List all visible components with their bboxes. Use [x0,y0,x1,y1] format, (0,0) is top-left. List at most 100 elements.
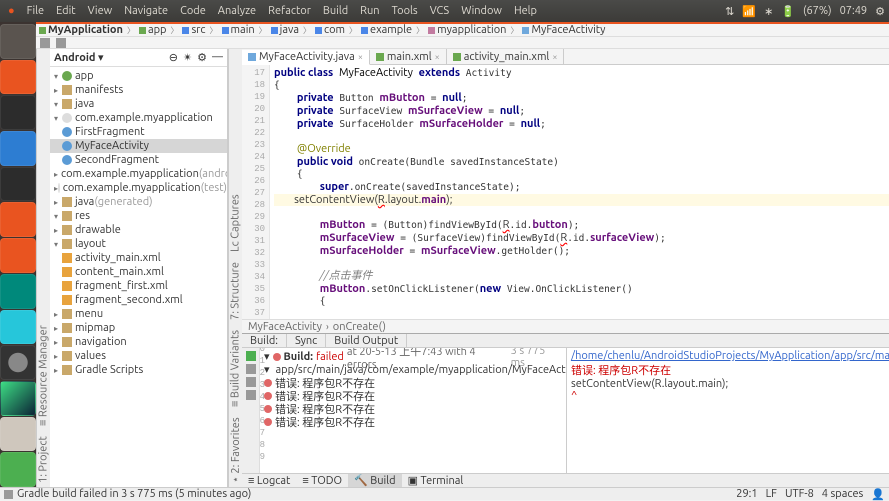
launcher-tile[interactable] [0,345,36,380]
menu-vcs[interactable]: VCS [426,3,454,19]
tree-node[interactable]: ▸Gradle Scripts [50,363,227,377]
launcher-tile[interactable] [0,238,36,273]
wifi-icon[interactable]: ⇅ [725,5,734,18]
tree-node[interactable]: fragment_first.xml [50,279,227,293]
editor-breadcrumb[interactable]: MyFaceActivity › onCreate() [242,319,889,333]
menu-tools[interactable]: Tools [388,3,422,19]
tool-tab[interactable]: ≡ Build Variants [230,330,242,407]
tool-tab[interactable]: 7: Structure [230,262,242,320]
network-icon[interactable]: 📶 [742,5,756,18]
build-tab[interactable]: Build Output [326,334,407,347]
menu-window[interactable]: Window [457,3,506,19]
menu-navigate[interactable]: Navigate [120,3,172,19]
crumb[interactable]: example [358,24,415,36]
tree-node[interactable]: ▸menu [50,307,227,321]
tree-node[interactable]: ▸navigation [50,335,227,349]
menu-build[interactable]: Build [319,3,352,19]
indent[interactable]: 4 spaces [822,488,864,500]
rerun-icon[interactable] [246,351,256,361]
tool-tab[interactable]: ⋆ 2: Favorites [229,417,242,483]
encoding[interactable]: UTF-8 [785,488,814,500]
tree-node[interactable]: ▾layout [50,237,227,251]
editor-tab[interactable]: activity_main.xml× [447,49,565,64]
menu-file[interactable]: File [23,3,48,19]
inspect-icon[interactable]: 👤 [871,488,885,501]
collapse-icon[interactable]: ⊖ [169,51,178,64]
editor-tab[interactable]: main.xml× [370,49,447,64]
tree-node[interactable]: ▸java (generated) [50,195,227,209]
left-tool-strip-2[interactable]: ⋆ 2: Favorites ≡ Build Variants 7: Structu… [228,49,242,487]
bottom-tab[interactable]: 🔨 Build [348,474,401,487]
tree-node[interactable]: activity_main.xml [50,251,227,265]
filter-icon[interactable] [246,364,256,374]
crumb[interactable]: com [312,24,348,36]
back-icon[interactable] [40,38,50,48]
tool-tab[interactable]: 1: Project [38,436,50,483]
tree-node[interactable]: fragment_second.xml [50,293,227,307]
bottom-tab[interactable]: ≡ Logcat [242,474,296,487]
menu-code[interactable]: Code [176,3,210,19]
tree-node[interactable]: ▸com.example.myapplication (androidTest) [50,167,227,181]
launcher-tile[interactable] [0,202,36,237]
gear-icon[interactable]: ⚙ [197,51,207,64]
launcher-android-studio[interactable] [0,381,36,416]
caret-pos[interactable]: 29:1 [736,488,757,500]
build-output[interactable]: /home/chenlu/AndroidStudioProjects/MyApp… [567,348,889,473]
menu-run[interactable]: Run [356,3,383,19]
crumb[interactable]: java [268,24,302,36]
crumb[interactable]: myapplication [425,24,509,36]
tree-node[interactable]: ▸values [50,349,227,363]
launcher-tile[interactable] [0,417,36,452]
tool-tab[interactable]: Lc Captures [230,195,242,253]
close-icon[interactable]: × [358,52,363,62]
hide-icon[interactable]: — [212,51,223,64]
launcher-tile[interactable] [0,310,36,345]
menu-●[interactable]: ● [4,3,19,19]
tree-node[interactable]: FirstFragment [50,125,227,139]
status-icon[interactable] [4,490,13,499]
launcher-tile[interactable] [0,452,36,487]
code-editor[interactable]: public class MyFaceActivity extends Acti… [270,65,889,319]
close-icon[interactable]: × [435,52,440,62]
launcher-tile[interactable] [0,24,36,59]
launcher-tile[interactable] [0,167,36,202]
battery-icon[interactable]: 🔋 [781,5,795,18]
crumb[interactable]: app [136,24,170,36]
menu-analyze[interactable]: Analyze [214,3,260,19]
launcher-firefox[interactable] [0,131,36,166]
editor-tab[interactable]: MyFaceActivity.java× [242,50,370,65]
menu-view[interactable]: View [84,3,117,19]
build-tree[interactable]: ▾ Build: failed at 20-5-13 上午7:43 with 4… [260,348,566,473]
tree-node[interactable]: ▾app [50,69,227,83]
menu-edit[interactable]: Edit [52,3,80,19]
left-tool-strip[interactable]: 1: Project ≡ Resource Manager [36,49,50,487]
bottom-tab[interactable]: ≡ TODO [296,474,348,487]
close-icon[interactable]: × [552,52,557,62]
project-view-selector[interactable]: Android ▾ [54,51,104,64]
crumb[interactable]: main [219,24,258,36]
tree-node[interactable]: ▾com.example.myapplication [50,111,227,125]
line-ending[interactable]: LF [766,488,777,500]
expand-icon[interactable]: ✴ [183,51,192,64]
tree-node[interactable]: SecondFragment [50,153,227,167]
tool-tab[interactable]: ≡ Resource Manager [38,325,50,426]
crumb[interactable]: MyFaceActivity [519,24,608,36]
bluetooth-icon[interactable]: ∗ [764,5,773,18]
tree-node[interactable]: ▸mipmap [50,321,227,335]
expand-all-icon[interactable] [246,377,256,387]
project-tree[interactable]: ▾app▸manifests▾java▾com.example.myapplic… [50,67,227,487]
tree-node[interactable]: ▸manifests [50,83,227,97]
tree-node[interactable]: ▸drawable [50,223,227,237]
launcher-tile[interactable] [0,95,36,130]
forward-icon[interactable] [56,38,66,48]
crumb[interactable]: src [179,24,208,36]
gear-icon[interactable]: ⚙ [875,5,885,18]
tree-node[interactable]: ▾res [50,209,227,223]
launcher-files[interactable] [0,60,36,95]
bottom-tab[interactable]: ▣ Terminal [402,474,470,487]
tree-node[interactable]: content_main.xml [50,265,227,279]
launcher-tile[interactable] [0,274,36,309]
tree-node[interactable]: ▾java [50,97,227,111]
collapse-all-icon[interactable] [246,390,256,400]
build-tab[interactable]: Build: [242,334,287,347]
